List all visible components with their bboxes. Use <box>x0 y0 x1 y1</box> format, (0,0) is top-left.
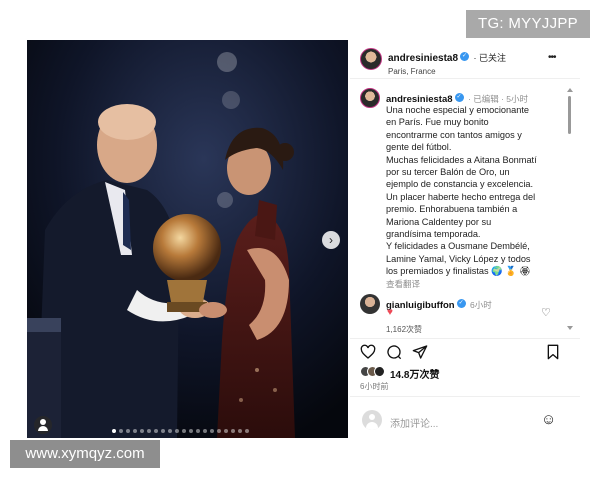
caption-line: encontrarme con tantos amigos y <box>386 129 522 140</box>
carousel-dot <box>147 429 151 433</box>
emoji-picker-icon[interactable]: ☺ <box>541 411 556 428</box>
scroll-down-icon[interactable] <box>567 326 573 330</box>
post-timestamp: 6小时前 <box>360 382 389 391</box>
carousel-dot <box>175 429 179 433</box>
current-user-avatar <box>362 410 382 430</box>
like-heart-icon[interactable] <box>360 344 376 360</box>
caption-line: Muchas felicidades a Aitana Bonmatí <box>386 154 537 165</box>
carousel-dot <box>161 429 165 433</box>
caption-line: Mariona Caldentey por su <box>386 216 492 227</box>
carousel-dot <box>210 429 214 433</box>
author-avatar[interactable] <box>360 48 382 70</box>
caption-line: premio. Enhorabuena también a <box>386 204 518 215</box>
carousel-dot <box>182 429 186 433</box>
actions-divider <box>350 338 580 339</box>
follow-status[interactable]: · 已关注 <box>474 53 507 63</box>
comment-bubble-icon[interactable] <box>386 344 402 360</box>
caption-line: Una noche especial y emocionante <box>386 105 530 115</box>
caption-line: ejemplo de constancia y excelencia. <box>386 179 534 190</box>
carousel-dot <box>245 429 249 433</box>
comment-heart-text: ♥ <box>387 307 393 318</box>
watermark-bottom: www.xymqyz.com <box>10 440 160 468</box>
comment-time: 6小时 <box>470 300 492 310</box>
caption-text: Una noche especial y emocionante en París… <box>386 104 564 290</box>
post-location[interactable]: Paris, France <box>388 67 538 76</box>
comment-input[interactable]: 添加评论... <box>390 415 438 430</box>
verified-badge-icon: ✓ <box>460 52 470 62</box>
caption-line: los premiados y finalistas 🌍 🏅 🏵 <box>386 266 531 277</box>
carousel-dot <box>238 429 242 433</box>
carousel-dot <box>168 429 172 433</box>
caption-avatar[interactable] <box>360 88 380 108</box>
caption-line: Lamine Yamal, Vicky López y todos <box>386 253 531 264</box>
carousel-dots <box>112 429 249 433</box>
scroll-up-icon[interactable] <box>567 88 573 92</box>
save-bookmark-icon[interactable] <box>546 344 560 360</box>
author-username[interactable]: andresiniesta8 <box>388 53 458 64</box>
carousel-dot <box>189 429 193 433</box>
carousel-dot <box>119 429 123 433</box>
carousel-dot <box>154 429 158 433</box>
carousel-dot <box>126 429 130 433</box>
post-header-info: andresiniesta8 ✓ · 已关注 Paris, France <box>388 48 538 76</box>
caption-edited-time: · 已编辑 · 5小时 <box>468 94 528 104</box>
caption-line: por su tercer Balón de Oro, un <box>386 167 510 178</box>
caption-line: Un placer haberte hecho entrega del <box>386 191 536 202</box>
like-count[interactable]: 14.8万次赞 <box>390 366 439 381</box>
commenter-avatar[interactable] <box>360 294 380 314</box>
carousel-dot <box>196 429 200 433</box>
carousel-dot <box>112 429 116 433</box>
scrollbar-thumb[interactable] <box>568 96 571 134</box>
caption-line: en París. Fue muy bonito <box>386 117 489 128</box>
more-options-icon[interactable]: ••• <box>548 52 556 63</box>
comment-header: gianluigibuffon ✓ 6小时 <box>386 295 492 313</box>
input-divider <box>350 396 580 397</box>
caption-line: gente del fútbol. <box>386 142 452 153</box>
photo-illustration <box>27 40 348 438</box>
carousel-dot <box>217 429 221 433</box>
header-divider <box>350 78 580 79</box>
carousel-dot <box>231 429 235 433</box>
carousel-dot <box>140 429 144 433</box>
carousel-dot <box>133 429 137 433</box>
verified-badge-icon: ✓ <box>454 93 464 103</box>
translate-link[interactable]: 查看翻译 <box>386 278 564 290</box>
comment-like-icon[interactable]: ♡ <box>541 306 551 319</box>
commenter-username[interactable]: gianluigibuffon <box>386 300 455 311</box>
tagged-users-icon[interactable] <box>34 416 52 434</box>
caption-line: grandísima temporada. <box>386 229 481 240</box>
share-send-icon[interactable] <box>412 344 428 360</box>
carousel-dot <box>224 429 228 433</box>
carousel-dot <box>203 429 207 433</box>
verified-badge-icon: ✓ <box>456 299 466 309</box>
comment-like-count[interactable]: 1,162次赞 <box>386 324 422 335</box>
caption-line: Y felicidades a Ousmane Dembélé, <box>386 241 530 252</box>
post-photo[interactable] <box>27 40 348 438</box>
post-details-panel: andresiniesta8 ✓ · 已关注 Paris, France ••• … <box>350 40 580 438</box>
watermark-top: TG: MYYJJPP <box>466 10 590 38</box>
carousel-next-button[interactable]: › <box>322 231 340 249</box>
